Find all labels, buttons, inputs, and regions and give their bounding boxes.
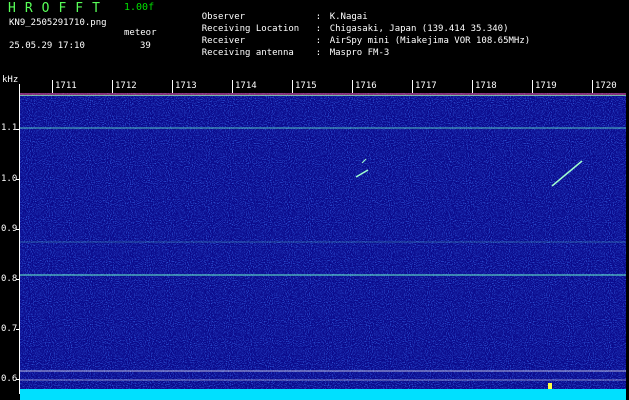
y-tick-label: 1.1 bbox=[1, 123, 18, 133]
info-row-antenna: Receiving antenna: Maspro FM-3 bbox=[180, 40, 390, 67]
time-label: 1711 bbox=[55, 81, 77, 91]
time-label: 1716 bbox=[355, 81, 377, 91]
time-tick bbox=[412, 80, 413, 93]
time-label: 1715 bbox=[295, 81, 317, 91]
time-tick bbox=[592, 80, 593, 93]
hrofft-window: HROFFT 1.00f KN9_2505291710.png meteor 2… bbox=[0, 0, 629, 400]
y-tick-label: 1.0 bbox=[1, 174, 18, 184]
time-tick bbox=[532, 80, 533, 93]
time-label: 1720 bbox=[595, 81, 617, 91]
y-tick-label: 0.8 bbox=[1, 274, 18, 284]
time-label: 1718 bbox=[475, 81, 497, 91]
time-tick bbox=[472, 80, 473, 93]
mode-label: meteor bbox=[124, 28, 157, 38]
time-label: 1714 bbox=[235, 81, 257, 91]
y-tick-label: 0.7 bbox=[1, 324, 18, 334]
time-tick bbox=[172, 80, 173, 93]
spectrogram-plot bbox=[20, 93, 626, 389]
y-tick-label: 0.9 bbox=[1, 224, 18, 234]
meteor-count: 39 bbox=[140, 41, 151, 51]
filename-label: KN9_2505291710.png bbox=[9, 18, 107, 28]
datetime-label: 25.05.29 17:10 bbox=[9, 41, 85, 51]
time-label: 1712 bbox=[115, 81, 137, 91]
time-tick bbox=[52, 80, 53, 93]
time-tick bbox=[112, 80, 113, 93]
time-label: 1719 bbox=[535, 81, 557, 91]
time-label: 1713 bbox=[175, 81, 197, 91]
y-tick-label: 0.6 bbox=[1, 374, 18, 384]
baseline-band bbox=[20, 389, 626, 400]
info-value: Maspro FM-3 bbox=[329, 48, 390, 58]
info-colon: : bbox=[315, 48, 322, 58]
y-axis-unit: kHz bbox=[2, 75, 19, 85]
time-tick bbox=[232, 80, 233, 93]
time-label: 1717 bbox=[415, 81, 437, 91]
time-tick bbox=[352, 80, 353, 93]
time-tick bbox=[292, 80, 293, 93]
noise-texture bbox=[20, 93, 626, 389]
info-label: Receiving antenna bbox=[201, 48, 294, 58]
version-label: 1.00f bbox=[124, 2, 155, 13]
app-title: HROFFT bbox=[8, 1, 109, 16]
